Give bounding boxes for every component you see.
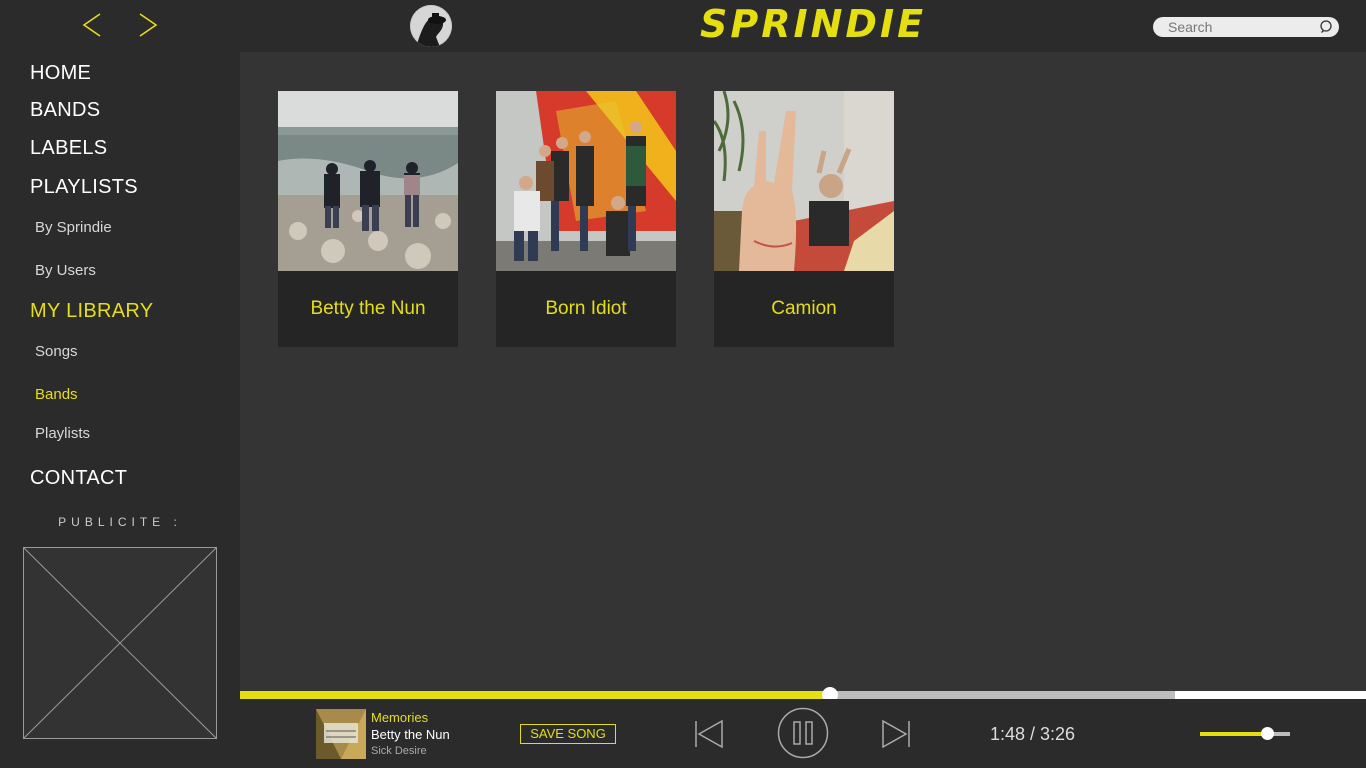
player-bar: Memories Betty the Nun Sick Desire SAVE … [240,699,1366,768]
sidebar-item-library-bands[interactable]: Bands [35,386,78,403]
band-card[interactable]: Betty the Nun [278,91,458,347]
sidebar-item-labels[interactable]: LABELS [30,137,107,160]
sidebar-item-home[interactable]: HOME [30,62,91,85]
time-display: 1:48 / 3:26 [990,724,1076,744]
playback-progress-bar[interactable] [240,687,1366,703]
band-name[interactable]: Camion [714,271,894,347]
volume-handle[interactable] [1260,727,1274,740]
forward-arrow-icon[interactable] [132,8,162,42]
ad-placeholder[interactable] [23,547,217,739]
band-card[interactable]: Born Idiot [496,91,676,347]
track-album[interactable]: Sick Desire [371,745,427,757]
save-song-button[interactable]: SAVE SONG [520,724,616,744]
user-avatar[interactable] [410,5,452,47]
back-arrow-icon[interactable] [78,8,108,42]
band-card[interactable]: Camion [714,91,894,347]
search-bar[interactable] [1153,17,1339,37]
sidebar-item-by-sprindie[interactable]: By Sprindie [35,219,112,236]
pause-icon[interactable] [777,707,829,759]
band-photo [278,91,458,271]
track-title[interactable]: Memories [371,710,428,725]
track-band[interactable]: Betty the Nun [371,727,450,742]
sidebar: HOME BANDS LABELS PLAYLISTS By Sprindie … [0,52,240,768]
volume-slider[interactable] [1200,727,1290,740]
top-bar: SPRINDIE [0,0,1366,52]
main-content: Betty the Nun Born Idiot Camion [240,52,1366,691]
ad-label: PUBLICITE : [58,515,182,529]
band-photo [496,91,676,271]
search-input[interactable] [1168,19,1316,35]
album-cover[interactable] [316,709,366,759]
band-name[interactable]: Betty the Nun [278,271,458,347]
sidebar-item-playlists[interactable]: PLAYLISTS [30,176,138,199]
app-logo[interactable]: SPRINDIE [700,2,923,48]
sidebar-item-contact[interactable]: CONTACT [30,467,127,490]
search-icon[interactable] [1319,19,1335,35]
progress-played [240,691,831,699]
sidebar-item-library-playlists[interactable]: Playlists [35,425,90,442]
sidebar-item-bands[interactable]: BANDS [30,99,100,122]
volume-level [1200,732,1267,736]
band-photo [714,91,894,271]
sidebar-item-songs[interactable]: Songs [35,343,78,360]
next-track-icon[interactable] [881,719,911,749]
sidebar-item-by-users[interactable]: By Users [35,262,96,279]
previous-track-icon[interactable] [694,719,724,749]
progress-unbuffered [1174,691,1366,699]
band-name[interactable]: Born Idiot [496,271,676,347]
sidebar-item-my-library[interactable]: MY LIBRARY [30,300,153,323]
